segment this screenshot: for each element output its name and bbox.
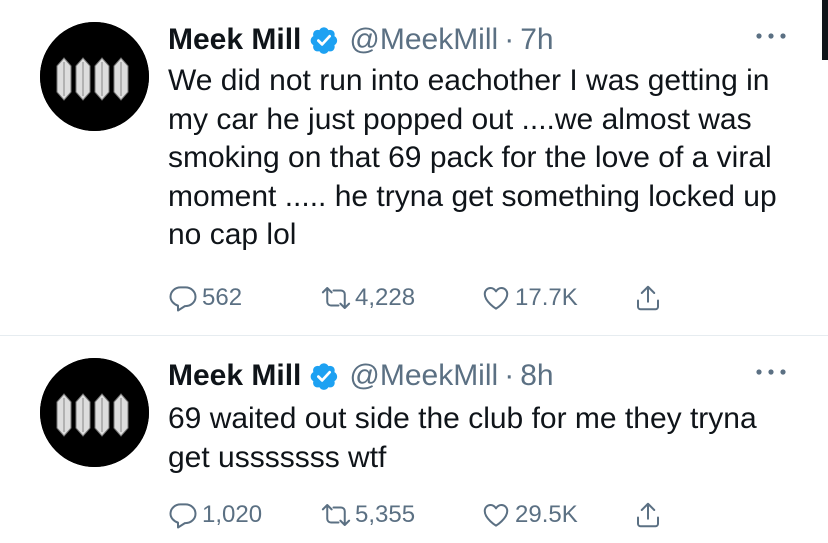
reply-button[interactable]: 562 [168, 283, 321, 313]
tweet-header: Meek Mill @MeekMill · 7h [168, 20, 554, 60]
like-button[interactable]: 17.7K [481, 283, 633, 313]
retweet-count: 4,228 [355, 284, 416, 311]
reply-icon [169, 286, 197, 312]
heart-icon [483, 504, 509, 527]
tweet[interactable]: Meek Mill @MeekMill · 7h We did not run … [0, 0, 828, 335]
tweet-timestamp[interactable]: 7h [520, 23, 553, 57]
reply-icon [169, 503, 197, 529]
retweet-button[interactable]: 5,355 [321, 500, 481, 530]
reply-count: 562 [202, 284, 243, 311]
author-handle[interactable]: @MeekMill [349, 359, 498, 393]
retweet-icon [321, 504, 351, 526]
tweet-text: We did not run into eachother I was gett… [168, 64, 777, 251]
more-icon[interactable] [754, 364, 788, 380]
like-count: 17.7K [515, 284, 578, 311]
share-icon [637, 285, 659, 311]
retweet-button[interactable]: 4,228 [321, 283, 481, 313]
tweet-actions: 562 4,228 17.7K [168, 281, 663, 315]
share-button[interactable] [633, 500, 663, 530]
author-name[interactable]: Meek Mill [168, 359, 301, 393]
like-button[interactable]: 29.5K [481, 500, 633, 530]
author-name[interactable]: Meek Mill [168, 23, 301, 57]
share-icon [637, 502, 659, 528]
reply-button[interactable]: 1,020 [168, 500, 321, 530]
heart-icon [483, 287, 509, 310]
tweet[interactable]: Meek Mill @MeekMill · 8h 69 waited out s… [0, 336, 828, 543]
tweet-timestamp[interactable]: 8h [520, 359, 553, 393]
reply-count: 1,020 [202, 501, 263, 528]
verified-badge-icon [309, 25, 339, 55]
separator-dot: · [504, 359, 515, 392]
tweet-actions: 1,020 5,355 29.5K [168, 498, 663, 532]
like-count: 29.5K [515, 501, 578, 528]
more-icon[interactable] [754, 28, 788, 44]
retweet-count: 5,355 [355, 501, 416, 528]
separator-dot: · [504, 23, 515, 56]
verified-badge-icon [309, 361, 339, 391]
share-button[interactable] [633, 283, 663, 313]
avatar[interactable] [40, 22, 149, 131]
tweet-header: Meek Mill @MeekMill · 8h [168, 356, 554, 396]
avatar[interactable] [40, 358, 149, 467]
retweet-icon [321, 287, 351, 309]
tweet-text: 69 waited out side the club for me they … [168, 402, 757, 474]
author-handle[interactable]: @MeekMill [349, 23, 498, 57]
